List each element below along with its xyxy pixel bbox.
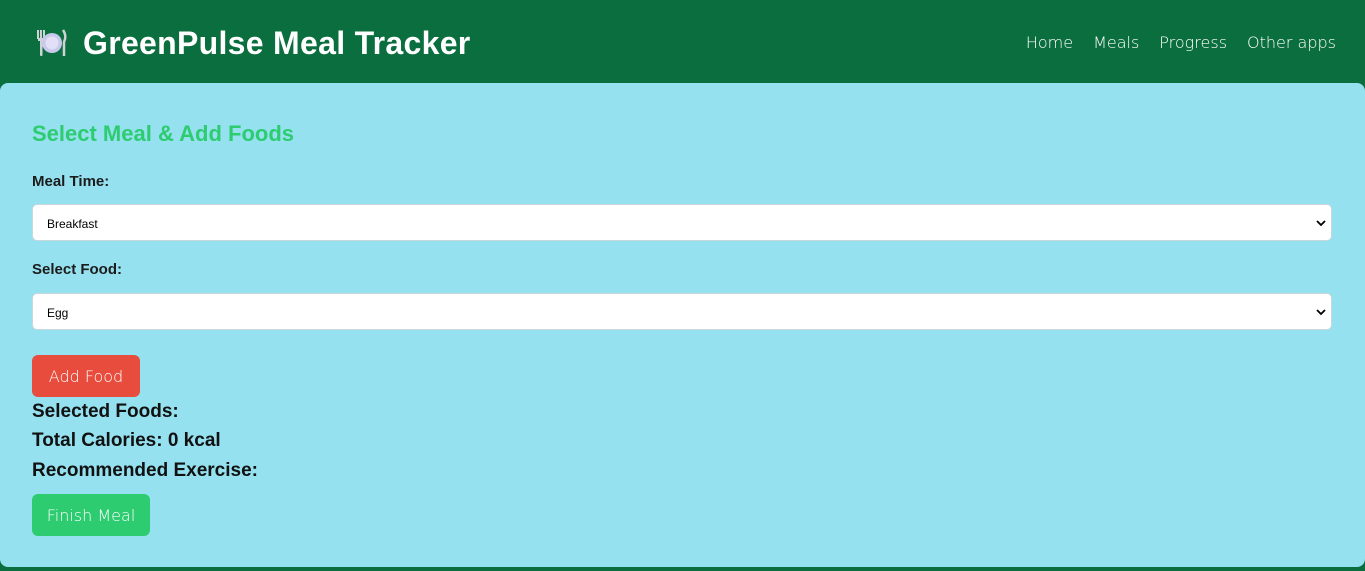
meal-time-value: Breakfast xyxy=(47,217,98,231)
app-title: GreenPulse Meal Tracker xyxy=(83,25,471,61)
nav-meals[interactable]: Meals xyxy=(1093,33,1139,52)
recommended-exercise-label: Recommended Exercise: xyxy=(32,460,258,481)
select-food-label: Select Food: xyxy=(32,261,123,278)
meal-time-label: Meal Time: xyxy=(32,173,110,190)
meal-card: Select Meal & Add Foods Meal Time: Break… xyxy=(0,83,1365,567)
total-calories: Total Calories: 0 kcal xyxy=(32,430,221,451)
food-value: Egg xyxy=(47,306,69,320)
nav-other-apps[interactable]: Other apps xyxy=(1247,33,1336,52)
meal-time-select[interactable]: Breakfast xyxy=(32,204,1332,241)
chevron-down-icon xyxy=(1316,220,1326,227)
food-select[interactable]: Egg xyxy=(32,293,1332,330)
app-header: GreenPulse Meal Tracker Home Meals Progr… xyxy=(0,2,1365,82)
chevron-down-icon xyxy=(1316,309,1326,316)
top-nav: Home Meals Progress Other apps xyxy=(1026,33,1336,52)
selected-foods-label: Selected Foods: xyxy=(32,401,179,422)
add-food-button[interactable]: Add Food xyxy=(32,355,140,397)
section-title: Select Meal & Add Foods xyxy=(32,121,295,146)
plate-cutlery-icon xyxy=(34,26,68,60)
nav-home[interactable]: Home xyxy=(1026,33,1073,52)
finish-meal-button[interactable]: Finish Meal xyxy=(32,494,150,536)
nav-progress[interactable]: Progress xyxy=(1159,33,1227,52)
